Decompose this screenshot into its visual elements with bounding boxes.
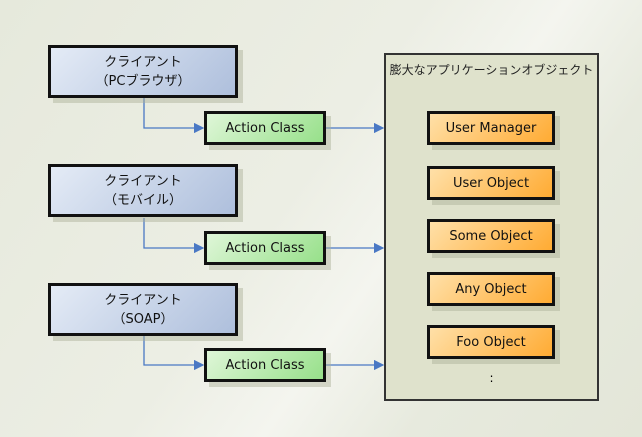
object-user-manager: User Manager: [427, 111, 555, 145]
client-label: クライアント: [104, 173, 182, 189]
action-class-1: Action Class: [204, 111, 326, 145]
client-type: （PCブラウザ）: [95, 73, 191, 89]
connector-client1-action: [143, 98, 205, 134]
client-label: クライアント: [104, 54, 182, 70]
client-soap: クライアント （SOAP）: [48, 283, 238, 336]
client-type: （モバイル）: [103, 192, 182, 208]
connector-client3-action: [143, 336, 205, 371]
client-pc-browser: クライアント （PCブラウザ）: [48, 45, 238, 98]
object-any-object: Any Object: [427, 272, 555, 306]
object-some-object: Some Object: [427, 219, 555, 253]
client-mobile: クライアント （モバイル）: [48, 164, 238, 217]
object-user-object: User Object: [427, 166, 555, 200]
client-label: クライアント: [104, 292, 182, 308]
client-type: （SOAP）: [112, 311, 174, 327]
diagram-canvas: 膨大なアプリケーションオブジェクト : クライアント （PCブラウザ） クライアン…: [0, 0, 642, 437]
action-class-3: Action Class: [204, 348, 326, 382]
connector-client2-action: [143, 218, 205, 254]
action-class-2: Action Class: [204, 231, 326, 265]
object-foo-object: Foo Object: [427, 325, 555, 359]
